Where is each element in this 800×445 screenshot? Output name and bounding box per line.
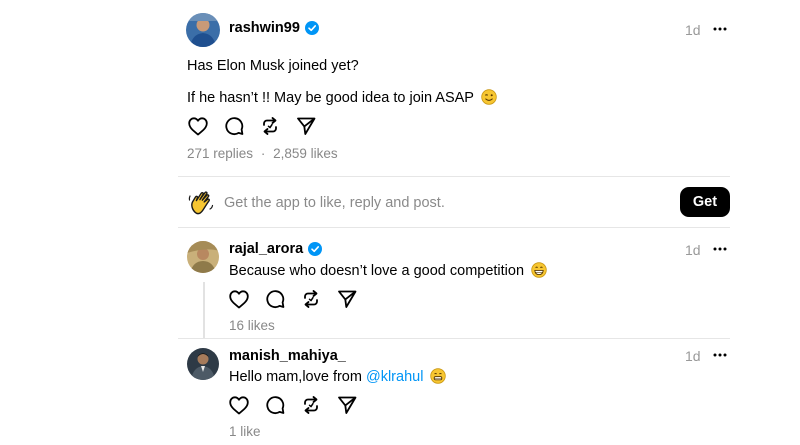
share-send-icon[interactable] — [295, 115, 317, 137]
more-options-icon[interactable] — [710, 242, 730, 256]
replies-count[interactable]: 271 replies — [187, 146, 253, 161]
post-text-line-2: If he hasn’t !! May be good idea to join… — [187, 89, 497, 106]
like-heart-icon[interactable] — [228, 288, 250, 310]
comment-text: Hello mam,love from @klrahul — [229, 368, 447, 385]
comment-username-text[interactable]: manish_mahiya_ — [229, 348, 346, 364]
likes-count[interactable]: 2,859 likes — [273, 146, 338, 161]
post-username[interactable]: rashwin99 — [229, 20, 319, 36]
comment-actions — [228, 288, 358, 310]
comment-text: Because who doesn’t love a good competit… — [229, 262, 547, 279]
comment-likes[interactable]: 1 like — [229, 424, 261, 439]
comment-actions — [228, 394, 358, 416]
divider — [178, 176, 730, 177]
verified-icon — [304, 21, 319, 35]
comment-username-text[interactable]: rajal_arora — [229, 241, 303, 257]
promo-text: Get the app to like, reply and post. — [224, 195, 445, 211]
comment-text-content: Because who doesn’t love a good competit… — [229, 263, 525, 279]
post-text-line-1: Has Elon Musk joined yet? — [187, 58, 359, 74]
post-text-line-2-content: If he hasn’t !! May be good idea to join… — [187, 90, 474, 106]
share-send-icon[interactable] — [336, 394, 358, 416]
waving-hand-icon — [187, 189, 215, 217]
post-actions — [187, 115, 317, 137]
post-username-text[interactable]: rashwin99 — [229, 20, 300, 36]
divider — [178, 227, 730, 228]
mention-link[interactable]: @klrahul — [366, 369, 423, 385]
comment-username[interactable]: rajal_arora — [229, 241, 323, 257]
repost-icon[interactable] — [300, 288, 322, 310]
avatar[interactable] — [187, 241, 219, 273]
comment-time: 1d — [685, 348, 701, 364]
avatar[interactable] — [187, 348, 219, 380]
like-heart-icon[interactable] — [228, 394, 250, 416]
avatar[interactable] — [186, 13, 220, 47]
more-options-icon[interactable] — [710, 22, 730, 36]
more-options-icon[interactable] — [710, 348, 730, 362]
get-app-button[interactable]: Get — [680, 187, 730, 217]
reply-bubble-icon[interactable] — [264, 288, 286, 310]
stats-separator: · — [260, 146, 266, 161]
reply-bubble-icon[interactable] — [264, 394, 286, 416]
reply-bubble-icon[interactable] — [223, 115, 245, 137]
share-send-icon[interactable] — [336, 288, 358, 310]
like-heart-icon[interactable] — [187, 115, 209, 137]
verified-icon — [308, 242, 323, 256]
comment-likes[interactable]: 16 likes — [229, 318, 275, 333]
comment-text-content: Hello mam,love from — [229, 369, 366, 385]
grinning-emoji-icon — [531, 262, 547, 278]
comment-username[interactable]: manish_mahiya_ — [229, 348, 346, 364]
post-time: 1d — [685, 22, 701, 38]
thread-line — [203, 282, 205, 338]
repost-icon[interactable] — [300, 394, 322, 416]
post-stats: 271 replies · 2,859 likes — [187, 146, 338, 161]
wink-emoji-icon — [481, 89, 497, 105]
repost-icon[interactable] — [259, 115, 281, 137]
divider — [178, 338, 730, 339]
grimacing-emoji-icon — [430, 368, 447, 384]
comment-time: 1d — [685, 242, 701, 258]
